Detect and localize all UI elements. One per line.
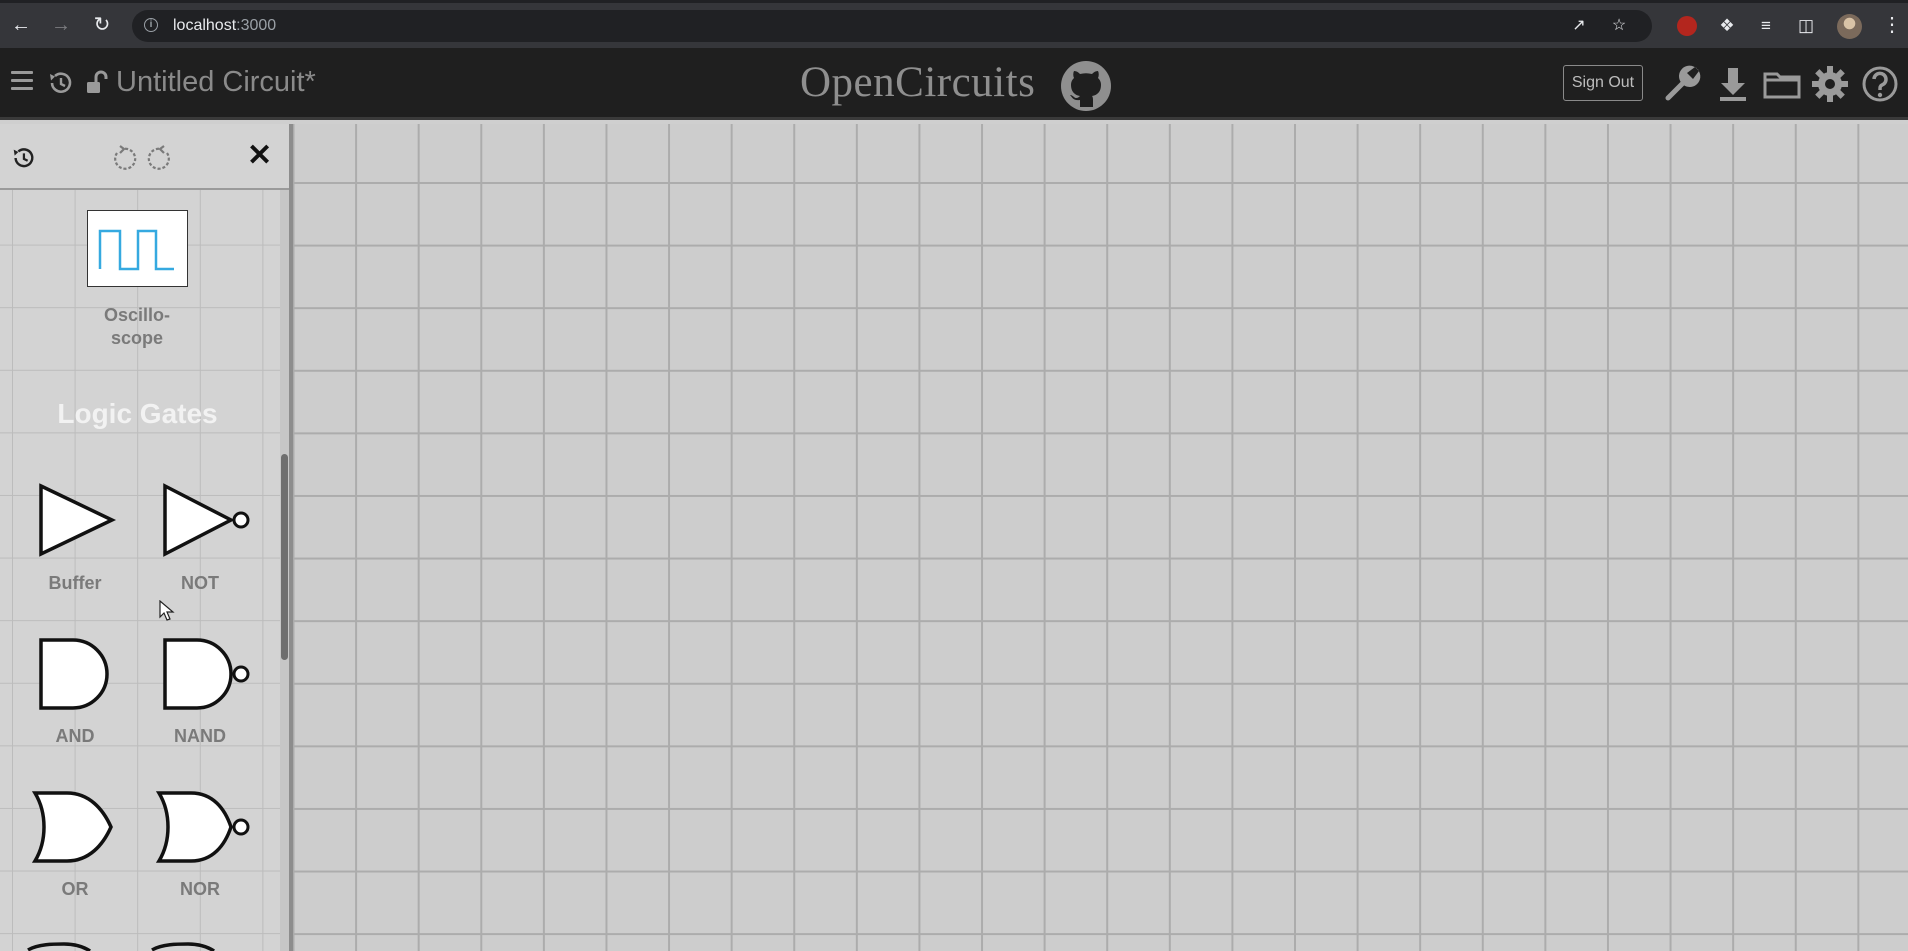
side-panel-icon[interactable]: ◫	[1796, 16, 1816, 36]
extensions-puzzle-icon[interactable]: ❖	[1717, 16, 1737, 36]
or-gate-item[interactable]	[31, 789, 117, 865]
section-title-logic-gates: Logic Gates	[57, 398, 218, 429]
xnor-gate-item-partial[interactable]	[148, 942, 234, 951]
folder-icon[interactable]	[1762, 64, 1802, 104]
oscilloscope-wave-icon	[98, 229, 174, 271]
browser-toolbar: ← → ↻ i localhost:3000 ↗ ☆ ❖ ≡ ◫ ⋮	[0, 0, 1908, 48]
xor-gate-item-partial[interactable]	[24, 942, 110, 951]
wrench-icon[interactable]	[1662, 64, 1702, 104]
github-icon[interactable]	[1060, 60, 1112, 112]
forward-icon[interactable]: →	[50, 14, 72, 36]
not-gate-item[interactable]	[161, 482, 253, 558]
sign-out-button[interactable]: Sign Out	[1563, 65, 1643, 101]
circuit-canvas[interactable]	[293, 124, 1908, 951]
panel-scrollbar-thumb[interactable]	[281, 454, 288, 660]
history-icon[interactable]	[46, 69, 74, 97]
or-label: OR	[61, 879, 89, 899]
browser-menu-icon[interactable]: ⋮	[1882, 13, 1902, 37]
nand-gate-item[interactable]	[161, 636, 253, 712]
history-icon[interactable]	[10, 145, 36, 171]
close-icon[interactable]: ✕	[247, 138, 272, 173]
item-navigator-panel: ✕ Oscillo- scope Logic Gates Buffer NOT …	[0, 124, 293, 951]
not-label: NOT	[181, 573, 219, 593]
media-queue-icon[interactable]: ≡	[1756, 16, 1776, 36]
brand-title: OpenCircuits	[800, 59, 1036, 106]
nand-label: NAND	[174, 726, 226, 746]
and-gate-item[interactable]	[37, 636, 117, 712]
help-question-icon[interactable]	[1860, 64, 1900, 104]
history-toolbar: ✕	[0, 124, 290, 190]
buffer-gate-item[interactable]	[37, 482, 117, 558]
bookmark-star-icon[interactable]: ☆	[1610, 17, 1628, 35]
hamburger-menu-icon[interactable]	[11, 71, 33, 91]
url-text[interactable]: localhost:3000	[173, 17, 276, 35]
and-label: AND	[55, 726, 95, 746]
oscilloscope-item[interactable]	[87, 210, 188, 287]
unlocked-lock-icon[interactable]	[85, 70, 109, 96]
profile-avatar[interactable]	[1837, 14, 1862, 39]
nor-label: NOR	[180, 879, 220, 899]
site-info-icon[interactable]: i	[144, 18, 158, 32]
mouse-cursor-icon	[159, 600, 175, 621]
oscilloscope-label: Oscillo- scope	[103, 305, 170, 348]
panel-divider	[289, 124, 293, 951]
buffer-label: Buffer	[48, 573, 102, 593]
extension-red-icon[interactable]	[1677, 16, 1697, 36]
circuit-name-input[interactable]: Untitled Circuit*	[116, 66, 316, 99]
address-bar[interactable]: i localhost:3000 ↗ ☆	[132, 10, 1652, 42]
settings-gear-icon[interactable]	[1810, 64, 1850, 104]
share-icon[interactable]: ↗	[1570, 17, 1588, 35]
nor-gate-item[interactable]	[155, 789, 253, 865]
app-header: Untitled Circuit* OpenCircuits Sign Out	[0, 48, 1908, 120]
undo-icon[interactable]	[108, 144, 138, 174]
download-icon[interactable]	[1713, 64, 1753, 104]
redo-icon[interactable]	[146, 144, 176, 174]
reload-icon[interactable]: ↻	[91, 14, 113, 36]
back-icon[interactable]: ←	[10, 14, 32, 36]
